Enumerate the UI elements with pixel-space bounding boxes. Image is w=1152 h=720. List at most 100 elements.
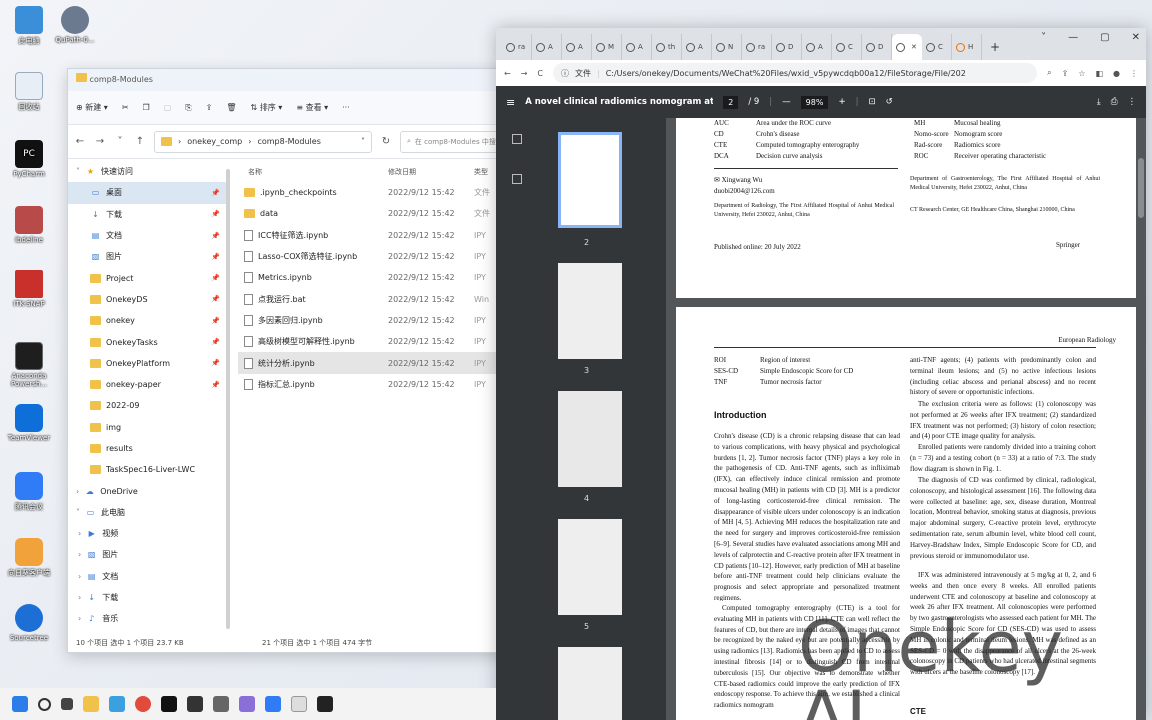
page-thumbnail[interactable] bbox=[558, 519, 622, 615]
browser-tab[interactable]: A bbox=[562, 34, 592, 60]
nav-item[interactable]: ▧ 图片 📌 bbox=[68, 246, 226, 267]
url-bar[interactable]: ⓘ 文件 | C:/Users/onekey/Documents/WeChat%… bbox=[553, 63, 1038, 83]
fit-page-icon[interactable]: ⊡ bbox=[868, 97, 875, 107]
file-row[interactable]: 指标汇总.ipynb 2022/9/12 15:42 IPY bbox=[238, 374, 538, 395]
browser-tab[interactable]: C bbox=[832, 34, 862, 60]
file-row[interactable]: 高级树模型可解释性.ipynb 2022/9/12 15:42 IPY bbox=[238, 331, 538, 352]
tab-search-icon[interactable]: ˅ bbox=[1041, 32, 1046, 43]
browser-tab[interactable]: A bbox=[622, 34, 652, 60]
browser-tab[interactable]: A bbox=[532, 34, 562, 60]
close-icon[interactable]: ✕ bbox=[1132, 32, 1140, 43]
forward-icon[interactable]: → bbox=[94, 136, 106, 147]
more-button[interactable]: ··· bbox=[342, 103, 350, 112]
terminal-icon[interactable] bbox=[317, 696, 333, 712]
browser-tab[interactable]: ra bbox=[502, 34, 532, 60]
cut-icon[interactable]: ✂ bbox=[122, 103, 129, 112]
nav-item[interactable]: 2022-09 bbox=[68, 395, 226, 416]
file-row[interactable]: .ipynb_checkpoints 2022/9/12 15:42 文件 bbox=[238, 182, 538, 203]
sort-button[interactable]: ⇅ 排序 ▾ bbox=[251, 102, 283, 113]
print-icon[interactable]: ⎙ bbox=[1111, 97, 1118, 107]
desktop-icon-itksnap[interactable]: ITK-SNAP bbox=[6, 270, 52, 308]
share-icon[interactable]: ⇪ bbox=[1062, 69, 1069, 78]
desktop-icon-ibdeline[interactable]: ibdeline bbox=[6, 206, 52, 244]
chevron-icon[interactable]: › bbox=[78, 572, 81, 581]
desktop-icon-anaconda[interactable]: Anaconda Powersh... bbox=[6, 342, 52, 388]
browser-tab[interactable]: N bbox=[712, 34, 742, 60]
browser-tab[interactable]: D bbox=[862, 34, 892, 60]
desktop-icon-sourcetree[interactable]: Sourcetree bbox=[6, 604, 52, 642]
nav-item[interactable]: onekey 📌 bbox=[68, 310, 226, 331]
nav-item[interactable]: OnekeyPlatform 📌 bbox=[68, 353, 226, 374]
refresh-icon[interactable]: ↻ bbox=[380, 136, 392, 147]
chevron-icon[interactable]: ˅ bbox=[76, 508, 80, 517]
page-number-input[interactable]: 2 bbox=[723, 95, 739, 109]
desktop-icon-pycharm[interactable]: PC PyCharm bbox=[6, 140, 52, 178]
task-view-icon[interactable] bbox=[61, 698, 73, 710]
menu-icon[interactable]: ⋮ bbox=[1130, 69, 1138, 78]
chevron-down-icon[interactable]: ˅ bbox=[361, 137, 365, 146]
app-icon[interactable] bbox=[239, 696, 255, 712]
app-icon[interactable] bbox=[213, 696, 229, 712]
desktop-icon-pc[interactable]: 此电脑 bbox=[6, 6, 52, 46]
more-options-icon[interactable]: ⋮ bbox=[1128, 97, 1137, 107]
app-icon[interactable] bbox=[187, 696, 203, 712]
nav-item[interactable]: › ☁ OneDrive bbox=[68, 480, 226, 501]
page-thumbnail[interactable] bbox=[558, 391, 622, 487]
nav-item[interactable]: ↓ 下载 📌 bbox=[68, 204, 226, 225]
scrollbar[interactable] bbox=[1138, 158, 1144, 218]
profile-icon[interactable]: ● bbox=[1113, 69, 1120, 78]
file-row[interactable]: data 2022/9/12 15:42 文件 bbox=[238, 203, 538, 224]
chevron-icon[interactable]: › bbox=[78, 529, 81, 538]
download-icon[interactable]: ⤓ bbox=[1097, 97, 1101, 107]
rename-icon[interactable]: ⎘ bbox=[185, 103, 191, 113]
nav-item[interactable]: img bbox=[68, 417, 226, 438]
scrollbar[interactable] bbox=[226, 169, 230, 629]
zoom-input[interactable]: 98% bbox=[800, 95, 829, 109]
page-thumbnail[interactable] bbox=[558, 132, 622, 228]
nav-item[interactable]: › ♪ 音乐 bbox=[68, 608, 226, 629]
close-tab-icon[interactable]: ✕ bbox=[911, 43, 917, 51]
nav-item[interactable]: onekey-paper 📌 bbox=[68, 374, 226, 395]
browser-tab[interactable]: M bbox=[592, 34, 622, 60]
nav-item[interactable]: results bbox=[68, 438, 226, 459]
desktop-icon-sunlogin[interactable]: 向日葵客户端 bbox=[6, 538, 52, 578]
zoom-icon[interactable]: ⌕ bbox=[1047, 68, 1051, 78]
outline-icon[interactable] bbox=[512, 174, 522, 184]
browser-tab[interactable]: D bbox=[772, 34, 802, 60]
chevron-icon[interactable]: › bbox=[78, 614, 81, 623]
share-icon[interactable]: ⇪ bbox=[206, 103, 213, 112]
desktop-icon-meeting[interactable]: 腾讯会议 bbox=[6, 472, 52, 512]
nav-item[interactable]: › ▧ 图片 bbox=[68, 544, 226, 565]
search-icon[interactable] bbox=[38, 697, 51, 711]
nav-item[interactable]: Project 📌 bbox=[68, 267, 226, 288]
file-row[interactable]: 多因素回归.ipynb 2022/9/12 15:42 IPY bbox=[238, 310, 538, 331]
bookmark-star-icon[interactable]: ☆ bbox=[1078, 69, 1085, 78]
browser-tab[interactable]: ra bbox=[742, 34, 772, 60]
file-row[interactable]: 点我运行.bat 2022/9/12 15:42 Win bbox=[238, 288, 538, 309]
nav-item[interactable]: ▭ 桌面 📌 bbox=[68, 182, 226, 204]
nav-item[interactable]: › ▤ 文档 bbox=[68, 566, 226, 587]
thumbnails-icon[interactable] bbox=[512, 134, 522, 144]
view-button[interactable]: ≡ 查看 ▾ bbox=[296, 102, 328, 113]
new-button[interactable]: ⊕ 新建 ▾ bbox=[76, 102, 108, 113]
column-name[interactable]: 名称 bbox=[238, 167, 388, 177]
desktop-icon-qupath[interactable]: QuPath-0... bbox=[52, 6, 98, 44]
start-icon[interactable] bbox=[12, 696, 28, 712]
chevron-icon[interactable]: › bbox=[78, 550, 81, 559]
minimize-icon[interactable]: — bbox=[1068, 32, 1078, 43]
nav-item[interactable]: OnekeyTasks 📌 bbox=[68, 331, 226, 352]
hamburger-menu-icon[interactable]: ≡ bbox=[506, 96, 515, 109]
nav-item[interactable]: › ↓ 下载 bbox=[68, 587, 226, 608]
zoom-out-icon[interactable]: — bbox=[782, 97, 791, 107]
nav-item[interactable]: ˅ ▭ 此电脑 bbox=[68, 502, 226, 523]
reload-icon[interactable]: C bbox=[537, 69, 543, 78]
meeting-icon[interactable] bbox=[265, 696, 281, 712]
column-date[interactable]: 修改日期 bbox=[388, 167, 474, 177]
file-explorer-icon[interactable] bbox=[83, 696, 99, 712]
nav-item[interactable]: ˅ ★ 快速访问 bbox=[68, 161, 226, 182]
terminal-icon[interactable] bbox=[109, 696, 125, 712]
browser-tab[interactable]: C bbox=[922, 34, 952, 60]
nav-item[interactable]: OnekeyDS 📌 bbox=[68, 289, 226, 310]
sidepanel-icon[interactable]: ◧ bbox=[1095, 69, 1103, 78]
page-thumbnail[interactable] bbox=[558, 647, 622, 720]
